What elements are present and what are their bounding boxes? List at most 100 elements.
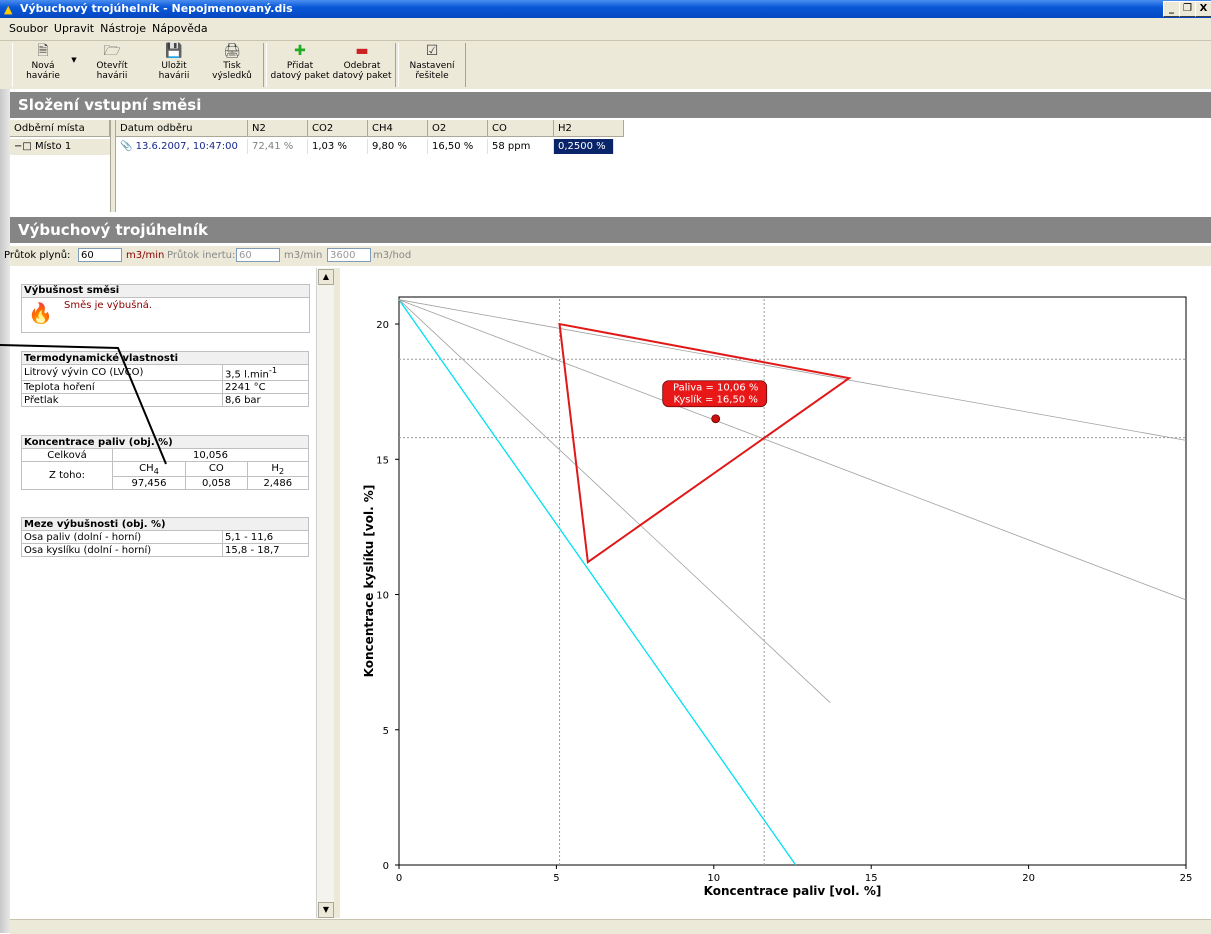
add-packet-icon: ✚: [294, 43, 306, 59]
col-header-date[interactable]: Datum odběru: [116, 120, 248, 137]
new-label-1: Nová: [31, 61, 55, 71]
sampling-point-item[interactable]: −□ Místo 1: [10, 139, 110, 155]
species-name: CO: [185, 461, 248, 477]
menu-edit[interactable]: Upravit: [51, 18, 97, 40]
save-label-1: Uložit: [161, 61, 187, 71]
window-title: Výbuchový trojúhelník - Nepojmenovaný.di…: [20, 2, 293, 15]
settings-label-1: Nastavení: [409, 61, 455, 71]
add-label-1: Přidat: [286, 61, 314, 71]
tooltip-text: Paliva = 10,06 %: [673, 383, 758, 394]
inert-flow-input-hour[interactable]: 3600: [327, 248, 371, 262]
sampling-points-header: Odběrní místa: [10, 120, 110, 137]
remove-label-1: Odebrat: [343, 61, 381, 71]
new-document-icon: 🗎: [37, 43, 49, 59]
y-tick-label: 5: [383, 726, 389, 737]
remove-packet-icon: ▬: [355, 43, 369, 59]
x-axis-label: Koncentrace paliv [vol. %]: [704, 884, 882, 898]
species-value: 2,486: [246, 476, 310, 490]
inert-flow-unit: m3/min: [284, 250, 323, 261]
save-label-2: havárii: [158, 71, 190, 81]
input-mixture-section-header: Složení vstupní směsi: [10, 92, 1211, 118]
col-header-ch4[interactable]: CH4: [368, 120, 428, 137]
sampling-point-label: Místo 1: [35, 141, 72, 152]
new-dropdown-arrow-icon[interactable]: ▼: [68, 55, 80, 65]
save-disk-icon: 💾: [165, 43, 183, 59]
thermo-value: 2241 °C: [222, 380, 309, 395]
species-name: H2: [246, 461, 310, 477]
printer-icon: 🖨: [223, 43, 241, 59]
left-edge-strip: [0, 89, 10, 933]
solver-settings-button[interactable]: ☑ Nastavení řešitele: [405, 43, 459, 81]
cell-ch4[interactable]: 9,80 %: [368, 139, 428, 154]
title-bar: ▲ Výbuchový trojúhelník - Nepojmenovaný.…: [0, 0, 1211, 18]
col-header-o2[interactable]: O2: [428, 120, 488, 137]
remove-label-2: datový paket: [332, 71, 392, 81]
maximize-button[interactable]: ❐: [1179, 1, 1196, 17]
inert-flow-input[interactable]: 60: [236, 248, 280, 262]
col-header-co[interactable]: CO: [488, 120, 554, 137]
print-label-2: výsledků: [212, 71, 252, 81]
save-accident-button[interactable]: 💾 Uložit havárii: [149, 43, 199, 81]
cell-co2[interactable]: 1,03 %: [308, 139, 368, 154]
results-scrollbar[interactable]: ▲ ▼: [316, 268, 334, 918]
toolbar-group-file: 🗎 Nová havárie ▼ 🗁 Otevřít havárii 💾 Ulo…: [12, 43, 264, 87]
tree-expander-icon[interactable]: −□: [14, 141, 32, 152]
menu-file[interactable]: Soubor: [6, 18, 51, 40]
col-header-h2[interactable]: H2: [554, 120, 624, 137]
mixture-point: [711, 414, 721, 424]
minimize-button[interactable]: _: [1163, 1, 1180, 17]
thermo-value-text: 3,5 l.min: [225, 369, 269, 381]
col-header-n2[interactable]: N2: [248, 120, 308, 137]
x-tick-label: 10: [707, 873, 720, 884]
settings-label-2: řešitele: [415, 71, 449, 81]
gas-flow-input[interactable]: 60: [78, 248, 122, 262]
thermo-value-sup: -1: [268, 365, 278, 375]
results-panel: Výbušnost směsi 🔥 Směs je výbušná. Termo…: [0, 268, 316, 920]
cell-co[interactable]: 58 ppm: [488, 139, 554, 154]
thermo-value: 8,6 bar: [222, 393, 309, 408]
add-packet-button[interactable]: ✚ Přidat datový paket: [269, 43, 331, 81]
species-value: 97,456: [111, 476, 187, 490]
add-label-2: datový paket: [270, 71, 330, 81]
explosion-triangle-section-header: Výbuchový trojúhelník: [10, 217, 1211, 243]
open-label-2: havárii: [96, 71, 128, 81]
toolbar: 🗎 Nová havárie ▼ 🗁 Otevřít havárii 💾 Ulo…: [0, 41, 1211, 89]
open-accident-button[interactable]: 🗁 Otevřít havárii: [87, 43, 137, 81]
toolbar-group-packets: ✚ Přidat datový paket ▬ Odebrat datový p…: [266, 43, 396, 87]
scroll-up-icon[interactable]: ▲: [318, 269, 334, 285]
gas-flow-label: Průtok plynů:: [4, 250, 71, 261]
thermo-value: 3,5 l.min-1: [222, 363, 309, 382]
sample-grid: Odběrní místa −□ Místo 1 Datum odběru N2…: [10, 120, 1211, 212]
status-bar: [10, 919, 1211, 934]
close-button[interactable]: X: [1195, 1, 1211, 17]
menu-tools[interactable]: Nástroje: [97, 18, 149, 40]
col-header-co2[interactable]: CO2: [308, 120, 368, 137]
app-icon: ▲: [4, 3, 13, 16]
menu-help[interactable]: Nápověda: [149, 18, 211, 40]
cell-date-text: 13.6.2007, 10:47:00: [135, 141, 238, 152]
menu-bar: Soubor Upravit Nástroje Nápověda: [0, 18, 1211, 41]
limits-title: Meze výbušnosti (obj. %): [21, 517, 309, 531]
cell-o2[interactable]: 16,50 %: [428, 139, 488, 154]
explosion-triangle-chart: Paliva = 10,06 %Kyslík = 16,50 % 0 5 10 15 20…: [362, 296, 1192, 898]
inert-flow-unit-hour: m3/hod: [373, 250, 412, 261]
limits-value: 5,1 - 11,6: [222, 530, 309, 544]
inert-flow-label: Průtok inertu:: [167, 250, 236, 261]
y-tick-label: 0: [383, 861, 389, 872]
toolbar-group-settings: ☑ Nastavení řešitele: [398, 43, 466, 87]
cell-n2[interactable]: 72,41 %: [248, 139, 308, 154]
new-accident-button[interactable]: 🗎 Nová havárie: [18, 43, 68, 81]
open-label-1: Otevřít: [96, 61, 128, 71]
cell-date[interactable]: 📎 13.6.2007, 10:47:00: [116, 139, 248, 154]
limits-row: Osa kyslíku (dolní - horní) 15,8 - 18,7: [21, 543, 309, 557]
remove-packet-button[interactable]: ▬ Odebrat datový paket: [331, 43, 393, 81]
x-tick-label: 15: [865, 873, 878, 884]
limits-label: Osa paliv (dolní - horní): [21, 530, 223, 544]
paperclip-icon: 📎: [120, 141, 133, 152]
scroll-down-icon[interactable]: ▼: [318, 902, 334, 918]
tooltip-text: Kyslík = 16,50 %: [674, 394, 758, 406]
explosive-limits-table: Meze výbušnosti (obj. %) Osa paliv (doln…: [21, 517, 309, 557]
cell-h2-selected[interactable]: 0,2500 %: [554, 139, 614, 154]
limits-value: 15,8 - 18,7: [222, 543, 309, 557]
print-results-button[interactable]: 🖨 Tisk výsledků: [207, 43, 257, 81]
